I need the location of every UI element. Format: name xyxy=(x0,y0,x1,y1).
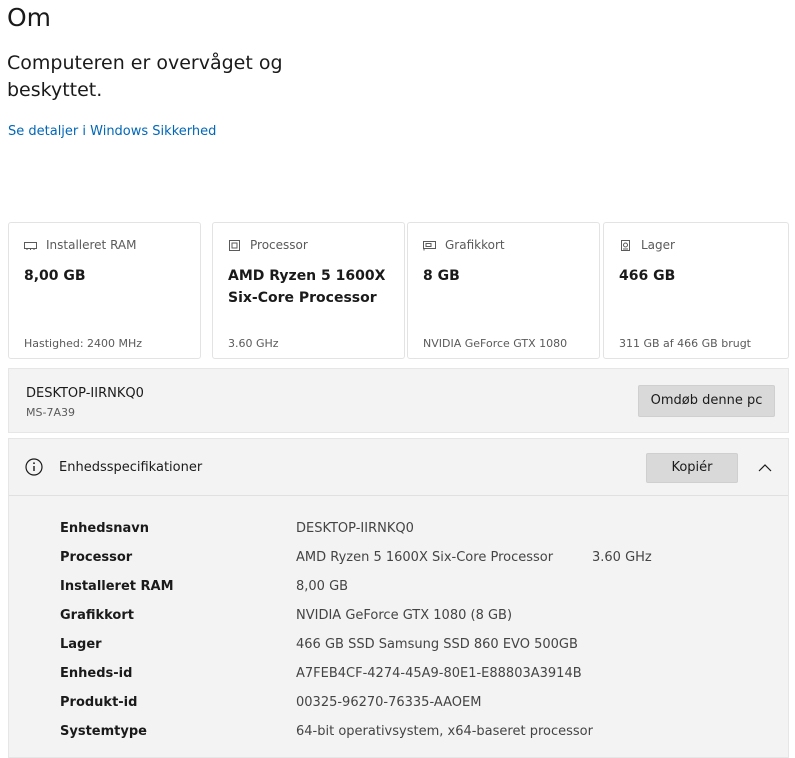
spec-value: 00325-96270-76335-AAOEM xyxy=(296,695,482,710)
spec-value: AMD Ryzen 5 1600X Six-Core Processor xyxy=(296,550,554,565)
device-specifications-title: Enhedsspecifikationer xyxy=(59,460,203,475)
spec-row: Enheds-id A7FEB4CF-4274-45A9-80E1-E88803… xyxy=(60,661,780,690)
card-processor: Processor AMD Ryzen 5 1600X Six-Core Pro… xyxy=(212,222,405,359)
spec-label: Enheds-id xyxy=(60,666,133,681)
card-label: Installeret RAM xyxy=(46,238,137,252)
spec-table: Enhedsnavn DESKTOP-IIRNKQ0 Processor AMD… xyxy=(60,516,780,748)
chevron-up-icon[interactable] xyxy=(757,459,773,472)
card-label: Grafikkort xyxy=(445,238,505,252)
gpu-icon xyxy=(423,240,436,251)
spec-value: 466 GB SSD Samsung SSD 860 EVO 500GB xyxy=(296,637,578,652)
card-graphics: Grafikkort 8 GB NVIDIA GeForce GTX 1080 xyxy=(407,222,600,359)
spec-label: Systemtype xyxy=(60,724,147,739)
card-installed-ram: Installeret RAM 8,00 GB Hastighed: 2400 … xyxy=(8,222,201,359)
card-foot: NVIDIA GeForce GTX 1080 xyxy=(423,337,568,350)
info-icon xyxy=(25,458,43,476)
storage-icon xyxy=(619,239,632,251)
spec-row: Installeret RAM 8,00 GB xyxy=(60,574,780,603)
spec-label: Installeret RAM xyxy=(60,579,174,594)
page-title: Om xyxy=(7,3,52,32)
card-storage: Lager 466 GB 311 GB af 466 GB brugt xyxy=(603,222,789,359)
card-foot: Hastighed: 2400 MHz xyxy=(24,337,143,350)
card-foot: 3.60 GHz xyxy=(228,337,279,350)
spec-label: Processor xyxy=(60,550,133,565)
card-value: AMD Ryzen 5 1600X Six-Core Processor xyxy=(228,268,386,306)
device-specifications-panel: Enhedsspecifikationer Kopiér Enhedsnavn … xyxy=(8,438,789,758)
spec-value: 8,00 GB xyxy=(296,579,349,594)
card-value: 8,00 GB xyxy=(24,268,86,284)
pc-name: DESKTOP-IIRNKQ0 xyxy=(26,386,144,401)
spec-label: Lager xyxy=(60,637,102,652)
card-value: 466 GB xyxy=(619,268,676,284)
spec-label: Enhedsnavn xyxy=(60,521,150,536)
rename-pc-button[interactable]: Omdøb denne pc xyxy=(638,385,775,417)
spec-extra-value: 3.60 GHz xyxy=(592,550,652,565)
card-foot: 311 GB af 466 GB brugt xyxy=(619,337,751,350)
spec-row: Grafikkort NVIDIA GeForce GTX 1080 (8 GB… xyxy=(60,603,780,632)
spec-label: Produkt-id xyxy=(60,695,138,710)
spec-value: NVIDIA GeForce GTX 1080 (8 GB) xyxy=(296,608,513,623)
windows-security-link[interactable]: Se detaljer i Windows Sikkerhed xyxy=(8,124,216,139)
spec-label: Grafikkort xyxy=(60,608,134,623)
spec-row: Enhedsnavn DESKTOP-IIRNKQ0 xyxy=(60,516,780,545)
spec-value: A7FEB4CF-4274-45A9-80E1-E88803A3914B xyxy=(296,666,582,681)
card-label: Lager xyxy=(641,238,675,252)
device-specifications-header[interactable]: Enhedsspecifikationer Kopiér xyxy=(9,439,788,496)
card-value: 8 GB xyxy=(423,268,460,284)
ram-icon xyxy=(24,240,37,251)
spec-value: DESKTOP-IIRNKQ0 xyxy=(296,521,414,536)
spec-row: Processor AMD Ryzen 5 1600X Six-Core Pro… xyxy=(60,545,780,574)
pc-model: MS-7A39 xyxy=(26,406,75,419)
protection-status-text: Computeren er overvåget og beskyttet. xyxy=(7,52,283,101)
card-label: Processor xyxy=(250,238,308,252)
copy-button[interactable]: Kopiér xyxy=(646,453,738,483)
spec-row: Lager 466 GB SSD Samsung SSD 860 EVO 500… xyxy=(60,632,780,661)
pc-name-panel: DESKTOP-IIRNKQ0 MS-7A39 Omdøb denne pc xyxy=(8,368,789,433)
spec-row: Produkt-id 00325-96270-76335-AAOEM xyxy=(60,690,780,719)
cpu-icon xyxy=(228,239,241,251)
spec-row: Systemtype 64-bit operativsystem, x64-ba… xyxy=(60,719,780,748)
spec-value: 64-bit operativsystem, x64-baseret proce… xyxy=(296,724,593,739)
